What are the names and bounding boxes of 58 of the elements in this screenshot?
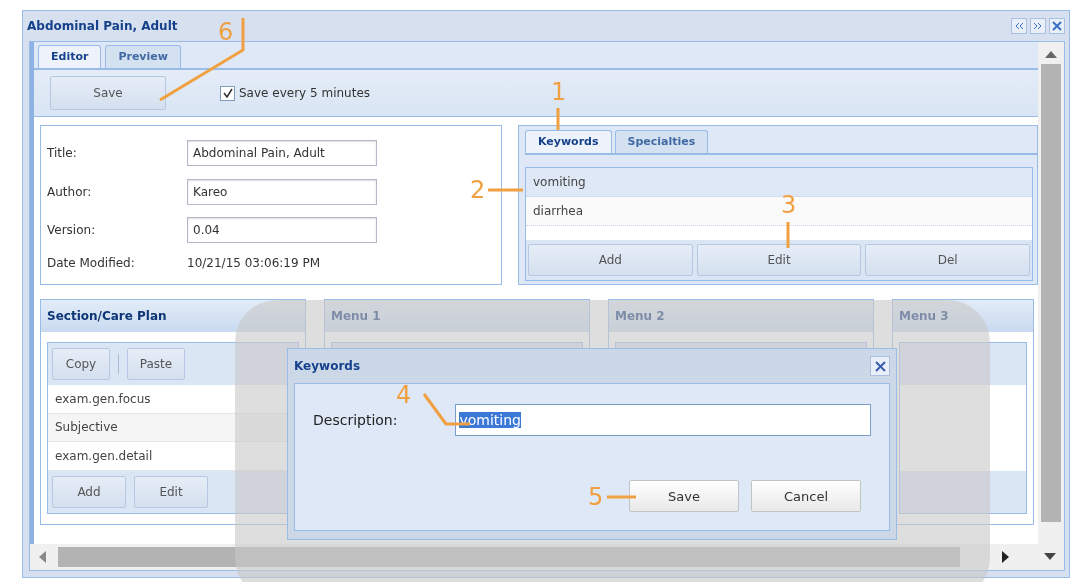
leader-line — [786, 222, 790, 248]
collapse-right-button[interactable] — [1030, 18, 1046, 34]
toolbar-button[interactable]: Copy — [52, 347, 110, 380]
close-button[interactable] — [1049, 18, 1065, 34]
panel-title: Menu 1 — [331, 309, 381, 323]
vertical-scrollbar[interactable] — [1038, 42, 1064, 544]
scroll-right-icon[interactable] — [1002, 551, 1010, 563]
action-button[interactable]: Edit — [696, 244, 862, 276]
dialog-button[interactable]: Save — [629, 480, 739, 512]
scroll-up-icon[interactable] — [1045, 50, 1057, 58]
scroll-thumb[interactable] — [58, 547, 960, 567]
leader-line — [556, 108, 560, 130]
action-button[interactable]: Del — [865, 244, 1030, 276]
field-label: Title: — [47, 146, 78, 161]
callout-number: 1 — [551, 80, 567, 104]
leader-line — [607, 495, 636, 499]
input-field[interactable]: 0.04 — [187, 217, 377, 244]
action-button[interactable]: Add — [528, 244, 693, 276]
panel-title: Menu 2 — [615, 309, 665, 323]
input-field[interactable]: Kareo — [187, 178, 377, 205]
field-label: Date Modified: — [47, 255, 136, 270]
tab[interactable]: Editor — [38, 45, 102, 68]
checkbox[interactable] — [220, 85, 235, 101]
field-label: Description: — [313, 412, 398, 428]
scroll-left-icon[interactable] — [38, 551, 46, 563]
tab[interactable]: Keywords — [525, 130, 612, 153]
input-field[interactable]: Abdominal Pain, Adult — [187, 140, 377, 167]
window-title: Abdominal Pain, Adult — [27, 19, 178, 33]
callout-number: 5 — [588, 485, 604, 509]
callout-number: 6 — [218, 20, 234, 44]
action-button[interactable]: Edit — [134, 476, 208, 509]
toolbar-button[interactable]: Paste — [127, 347, 185, 380]
double-right-chevron-icon — [1033, 22, 1043, 30]
panel-title: Section/Care Plan — [47, 309, 167, 323]
panel-title: Menu 3 — [899, 309, 949, 323]
scroll-down-icon[interactable] — [1044, 553, 1056, 561]
field-label: Author: — [47, 184, 93, 199]
date-text: 10/21/15 03:06:19 PM — [187, 255, 321, 270]
input-field[interactable]: vomiting — [455, 404, 871, 436]
callout-number: 4 — [396, 383, 412, 407]
close-icon — [1052, 21, 1062, 31]
collapse-left-button[interactable] — [1011, 18, 1027, 34]
save-button[interactable]: Save — [50, 76, 166, 110]
action-button[interactable]: Add — [52, 476, 126, 509]
double-left-chevron-icon — [1014, 22, 1024, 30]
close-button[interactable] — [870, 356, 890, 376]
tab[interactable]: Specialties — [614, 130, 709, 153]
tab[interactable]: Preview — [105, 45, 181, 68]
checkbox-label: Save every 5 minutes — [239, 86, 370, 100]
horizontal-scrollbar[interactable] — [30, 544, 1064, 570]
checkmark-icon — [222, 88, 233, 98]
dialog-button[interactable]: Cancel — [751, 480, 861, 512]
field-label: Version: — [47, 223, 97, 238]
callout-number: 2 — [470, 178, 486, 202]
close-icon — [874, 360, 886, 372]
scroll-thumb[interactable] — [1041, 64, 1061, 522]
leader-line — [488, 188, 523, 192]
dialog-title: Keywords — [294, 359, 361, 373]
